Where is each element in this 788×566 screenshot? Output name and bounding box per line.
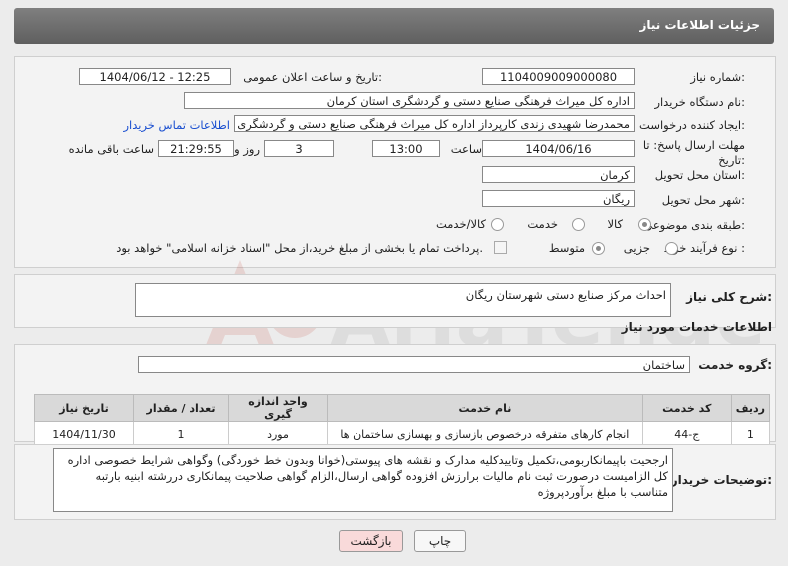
service-group-label: گروه خدمت: [698, 358, 772, 372]
announce-label: تاریخ و ساعت اعلان عمومی: [243, 70, 382, 84]
deadline-label: مهلت ارسال پاسخ: تا [642, 138, 745, 152]
category-both-label: کالا/خدمت [435, 217, 486, 231]
remaining-label: ساعت باقی مانده [68, 142, 154, 156]
back-button[interactable]: بازگشت [339, 530, 403, 552]
cell-unit: مورد [228, 421, 328, 447]
need-number-field: 1104009009000080 [482, 68, 635, 85]
cell-need-date: 1404/11/30 [34, 421, 134, 447]
city-label: شهر محل تحویل: [661, 193, 745, 207]
process-medium-radio[interactable] [592, 242, 605, 255]
process-medium-label: متوسط [548, 241, 585, 255]
category-label: طبقه بندی موضوعی: [643, 218, 745, 232]
cell-row-number: 1 [730, 421, 771, 447]
deadline-date-field: 1404/06/16 [482, 140, 635, 157]
table-header-row: ردیف کد خدمت نام خدمت واحد اندازه گیری ت… [34, 394, 771, 422]
treasury-payment-checkbox[interactable] [494, 241, 507, 254]
need-number-label: شماره نیاز: [690, 70, 745, 84]
buyer-org-label: نام دستگاه خریدار: [654, 95, 745, 109]
col-service-name: نام خدمت [327, 394, 643, 422]
remaining-time-field: 21:29:55 [158, 140, 234, 157]
buyer-notes-label: توضیحات خریدار: [670, 473, 772, 487]
page-title: جزئیات اطلاعات نیاز [639, 18, 760, 32]
days-label: روز و [234, 142, 260, 156]
category-goods-label: کالا [607, 217, 623, 231]
requester-field: محمدرضا شهیدی زندی کارپرداز اداره کل میر… [234, 115, 635, 132]
cell-quantity: 1 [133, 421, 229, 447]
province-field: کرمان [482, 166, 635, 183]
announce-field: 1404/06/12 - 12:25 [79, 68, 231, 85]
requester-label: ایجاد کننده درخواست: [639, 118, 745, 132]
services-table: ردیف کد خدمت نام خدمت واحد اندازه گیری ت… [34, 394, 771, 447]
buyer-notes-textarea[interactable]: ارجحیت باپیمانکاربومی،تکمیل وتاییدکلیه م… [53, 448, 673, 512]
col-quantity: تعداد / مقدار [133, 394, 229, 422]
print-button[interactable]: چاپ [414, 530, 466, 552]
service-group-field: ساختمان [138, 356, 690, 373]
deadline-time-field: 13:00 [372, 140, 440, 157]
category-both-radio[interactable] [491, 218, 504, 231]
col-service-code: کد خدمت [641, 394, 732, 422]
city-field: ریگان [482, 190, 635, 207]
process-minor-radio[interactable] [665, 242, 678, 255]
buyer-org-field: اداره کل میراث فرهنگی صنایع دستی و گردشگ… [184, 92, 635, 109]
col-need-date: تاریخ نیاز [34, 394, 134, 422]
buyer-contact-link[interactable]: اطلاعات تماس خریدار [123, 118, 230, 132]
payment-note: پرداخت تمام یا بخشی از مبلغ خرید،از محل … [116, 241, 483, 255]
category-service-label: خدمت [527, 217, 558, 231]
province-label: استان محل تحویل: [654, 168, 745, 182]
summary-label: شرح کلی نیاز: [686, 290, 772, 304]
days-field: 3 [264, 140, 334, 157]
cell-service-name: انجام کارهای متفرقه درخصوص بازسازی و بهس… [327, 421, 643, 447]
services-section-title: اطلاعات خدمات مورد نیاز [621, 320, 772, 334]
table-row: 1 ج-44 انجام کارهای متفرقه درخصوص بازساز… [34, 421, 771, 447]
category-goods-radio[interactable] [638, 218, 651, 231]
col-row-number: ردیف [730, 394, 771, 422]
cell-service-code: ج-44 [641, 421, 732, 447]
col-unit: واحد اندازه گیری [228, 394, 328, 422]
process-minor-label: جزیی [623, 241, 650, 255]
summary-textarea[interactable]: احداث مرکز صنایع دستی شهرستان ریگان [135, 283, 671, 317]
need-info-panel [14, 56, 776, 268]
deadline-date-label: تاریخ: [718, 153, 745, 167]
category-service-radio[interactable] [572, 218, 585, 231]
page-header: جزئیات اطلاعات نیاز [14, 8, 774, 44]
deadline-time-label: ساعت [450, 142, 482, 156]
